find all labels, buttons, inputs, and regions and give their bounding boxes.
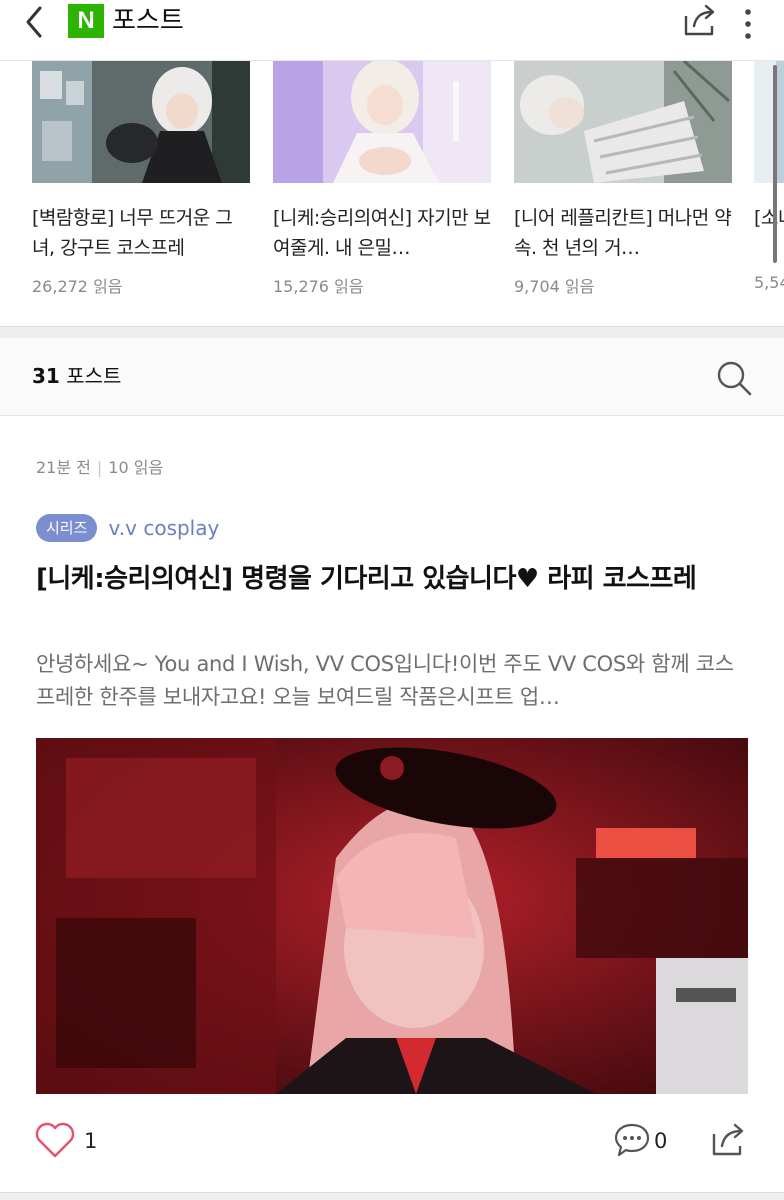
header-share-button[interactable] (680, 2, 720, 40)
section-divider (0, 1192, 784, 1200)
more-options-button[interactable] (736, 4, 760, 40)
comment-count: 0 (654, 1129, 668, 1153)
related-post-card[interactable]: [니어 레플리칸트] 머나먼 약속. 천 년의 거… 9,704 읽음 (514, 61, 732, 297)
post-thumbnail (754, 61, 784, 183)
post-excerpt[interactable]: 안녕하세요~ You and I Wish, VV COS입니다!이번 주도 V… (36, 648, 752, 714)
search-button[interactable] (714, 358, 754, 398)
related-post-views: 26,272 읽음 (32, 277, 123, 296)
related-post-views: 9,704 읽음 (514, 277, 595, 296)
post-thumbnail (514, 61, 732, 183)
naver-logo[interactable]: N (68, 4, 104, 38)
like-button[interactable] (34, 1120, 76, 1160)
back-icon (26, 6, 42, 38)
related-posts-carousel[interactable]: [벽람항로] 너무 뜨거운 그녀, 강구트 코스프레 26,272 읽음 [니케… (0, 60, 784, 326)
series-badge[interactable]: 시리즈 (36, 514, 98, 542)
related-post-card[interactable]: [벽람항로] 너무 뜨거운 그녀, 강구트 코스프레 26,272 읽음 (32, 61, 250, 297)
related-post-views: 5,54 (754, 273, 784, 292)
page-title: 포스트 (112, 6, 184, 36)
post-meta: 21분 전 | 10 읽음 (36, 456, 163, 480)
post-time: 21분 전 (36, 458, 91, 477)
like-count: 1 (84, 1129, 98, 1153)
related-post-title: [벽람항로] 너무 뜨거운 그녀, 강구트 코스프레 (32, 207, 233, 259)
related-post-title: [니케:승리의여신] 자기만 보여줄게. 내 은밀… (273, 207, 491, 259)
comment-icon (614, 1123, 650, 1157)
heart-icon (35, 1122, 75, 1158)
comment-button[interactable] (612, 1120, 652, 1160)
scrollbar[interactable] (773, 65, 777, 263)
post-main-image[interactable] (36, 738, 748, 1094)
search-icon (717, 361, 752, 396)
post-views: 10 읽음 (108, 458, 164, 477)
back-button[interactable] (18, 4, 52, 40)
post-count-label: 포스트 (66, 364, 122, 388)
post-title[interactable]: [니케:승리의여신] 명령을 기다리고 있습니다♥ 라피 코스프레 (36, 560, 752, 598)
post-thumbnail (32, 61, 250, 183)
post-count: 31 포스트 (32, 362, 121, 390)
section-divider (0, 326, 784, 338)
series-row[interactable]: 시리즈 v.v cosplay (36, 514, 219, 546)
related-post-title: [니어 레플리칸트] 머나먼 약속. 천 년의 거… (514, 207, 732, 259)
post-count-number: 31 (32, 364, 60, 388)
more-vertical-icon (745, 9, 751, 39)
related-post-views: 15,276 읽음 (273, 277, 364, 296)
related-post-card[interactable]: [소녀 뿍 5,54 (754, 61, 784, 292)
share-icon (712, 1123, 744, 1156)
post-count-bar: 31 포스트 (0, 338, 784, 416)
share-button[interactable] (708, 1120, 750, 1160)
share-icon (684, 4, 715, 36)
series-name-link[interactable]: v.v cosplay (109, 514, 220, 542)
post-thumbnail (273, 61, 491, 183)
app-header: N 포스트 (0, 0, 784, 44)
related-post-title: [소녀 뿍 (754, 207, 784, 229)
meta-separator: | (96, 458, 103, 477)
related-post-card[interactable]: [니케:승리의여신] 자기만 보여줄게. 내 은밀… 15,276 읽음 (273, 61, 491, 297)
